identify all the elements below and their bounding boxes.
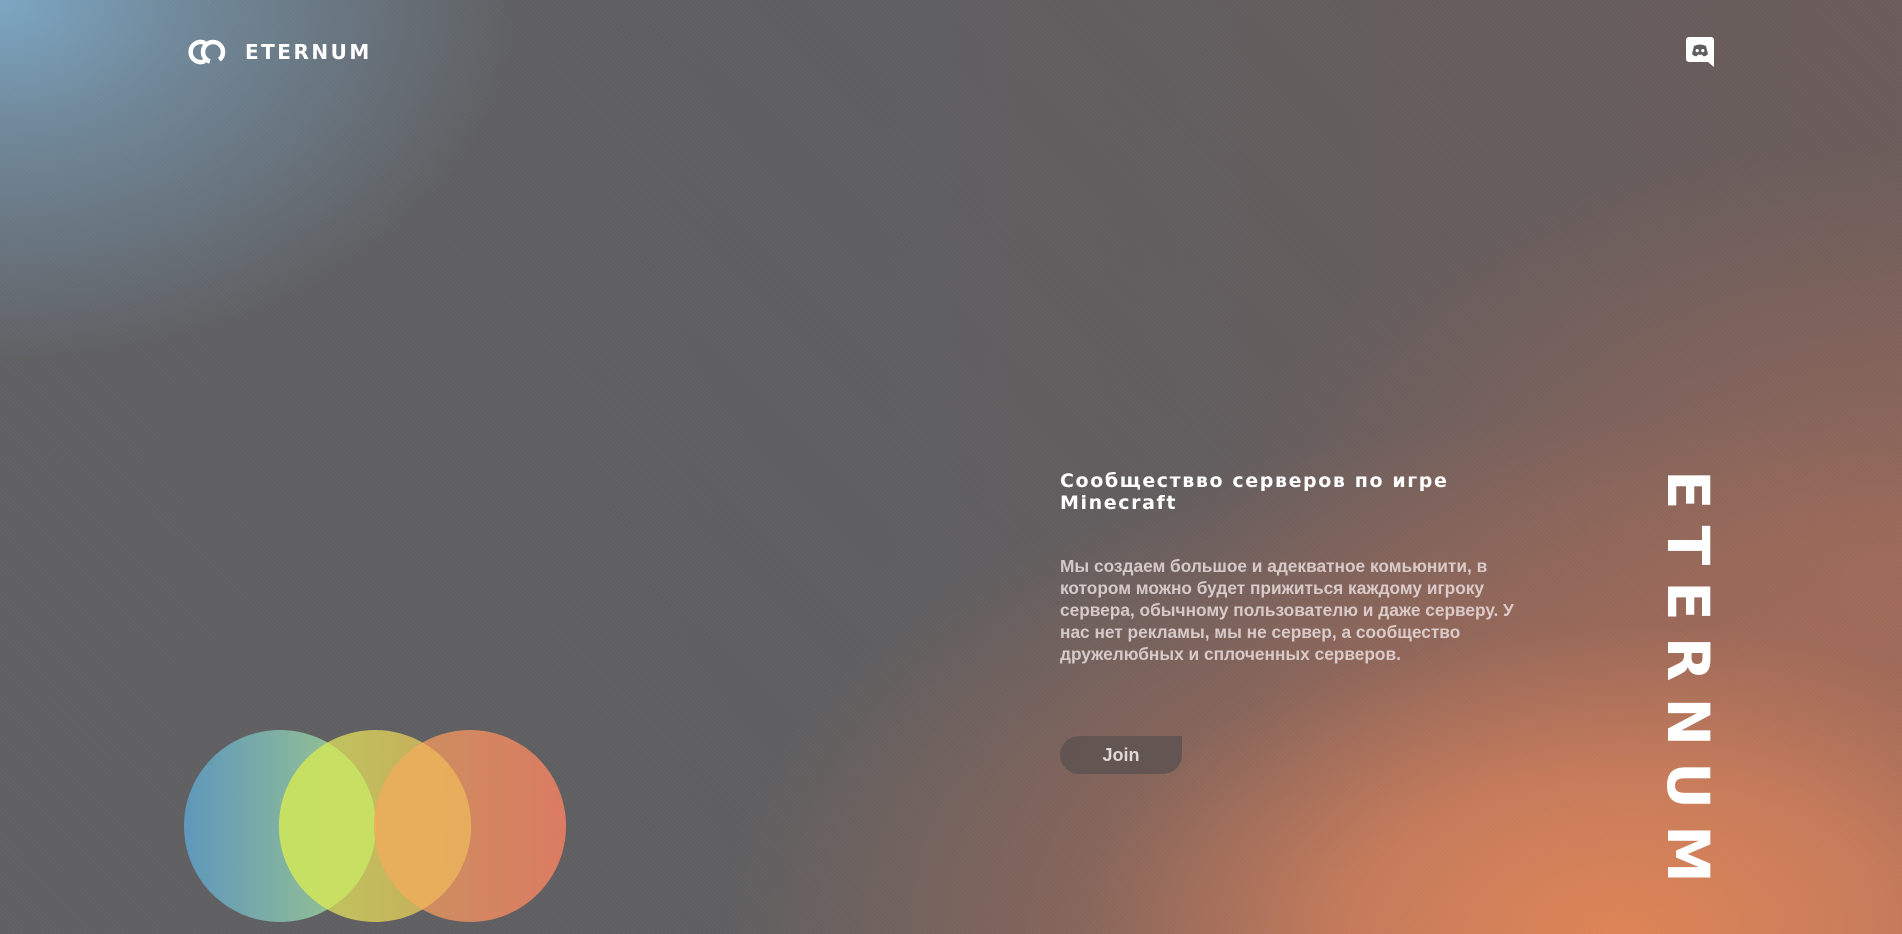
- hero-headline: Сообществво серверов по игре Minecraft: [1060, 470, 1449, 514]
- hero-content: Сообществво серверов по игре Minecraft М…: [1060, 470, 1540, 665]
- vertical-brand-text: ETERNUM: [1654, 470, 1722, 899]
- join-button[interactable]: Join: [1060, 736, 1182, 774]
- hero-description: Мы создаем большое и адекватное комьюнит…: [1060, 556, 1514, 664]
- overlapping-circles-graphic: [184, 730, 566, 922]
- site-logo[interactable]: ETERNUM: [185, 37, 372, 67]
- infinity-loop-icon: [185, 37, 235, 67]
- logo-text: ETERNUM: [245, 40, 372, 64]
- discord-icon[interactable]: [1686, 37, 1714, 67]
